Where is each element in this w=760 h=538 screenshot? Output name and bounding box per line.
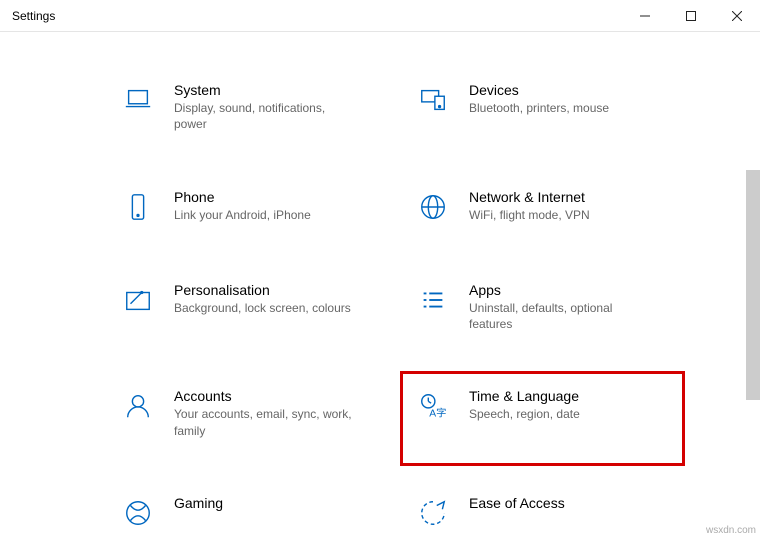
xbox-icon: [120, 495, 156, 531]
tile-text: Personalisation Background, lock screen,…: [174, 282, 351, 316]
watermark: wsxdn.com: [706, 525, 756, 536]
tile-gaming[interactable]: Gaming: [120, 495, 375, 538]
tile-text: Phone Link your Android, iPhone: [174, 189, 311, 223]
tile-system[interactable]: System Display, sound, notifications, po…: [120, 82, 375, 139]
tile-desc: WiFi, flight mode, VPN: [469, 207, 590, 223]
tile-desc: Speech, region, date: [469, 406, 580, 422]
tile-apps[interactable]: Apps Uninstall, defaults, optional featu…: [415, 282, 670, 339]
apps-icon: [415, 282, 451, 318]
laptop-icon: [120, 82, 156, 118]
tile-network[interactable]: Network & Internet WiFi, flight mode, VP…: [415, 189, 670, 232]
paint-icon: [120, 282, 156, 318]
svg-text:A字: A字: [429, 407, 446, 420]
tile-label: Phone: [174, 189, 311, 205]
devices-icon: [415, 82, 451, 118]
tile-text: System Display, sound, notifications, po…: [174, 82, 354, 132]
tile-text: Time & Language Speech, region, date: [469, 388, 580, 422]
tile-text: Apps Uninstall, defaults, optional featu…: [469, 282, 649, 332]
tile-desc: Bluetooth, printers, mouse: [469, 100, 609, 116]
tile-desc: Display, sound, notifications, power: [174, 100, 354, 132]
tile-label: Devices: [469, 82, 609, 98]
tile-text: Gaming: [174, 495, 223, 513]
tile-text: Ease of Access: [469, 495, 565, 513]
tile-devices[interactable]: Devices Bluetooth, printers, mouse: [415, 82, 670, 139]
tile-desc: Uninstall, defaults, optional features: [469, 300, 649, 332]
tile-ease-of-access[interactable]: Ease of Access: [415, 495, 670, 538]
minimize-button[interactable]: [622, 0, 668, 32]
tile-desc: Your accounts, email, sync, work, family: [174, 406, 354, 438]
person-icon: [120, 388, 156, 424]
phone-icon: [120, 189, 156, 225]
tile-personalisation[interactable]: Personalisation Background, lock screen,…: [120, 282, 375, 339]
scrollbar-thumb[interactable]: [746, 170, 760, 400]
tile-label: Network & Internet: [469, 189, 590, 205]
tile-label: Gaming: [174, 495, 223, 511]
tile-desc: Background, lock screen, colours: [174, 300, 351, 316]
tile-label: Time & Language: [469, 388, 580, 404]
tile-label: Apps: [469, 282, 649, 298]
window-controls: [622, 0, 760, 32]
tile-desc: Link your Android, iPhone: [174, 207, 311, 223]
tile-time-language[interactable]: A字 Time & Language Speech, region, date: [400, 371, 685, 466]
tile-phone[interactable]: Phone Link your Android, iPhone: [120, 189, 375, 232]
maximize-button[interactable]: [668, 0, 714, 32]
settings-grid: System Display, sound, notifications, po…: [0, 32, 760, 538]
close-button[interactable]: [714, 0, 760, 32]
tile-text: Network & Internet WiFi, flight mode, VP…: [469, 189, 590, 223]
tile-label: Accounts: [174, 388, 354, 404]
tile-text: Devices Bluetooth, printers, mouse: [469, 82, 609, 116]
tile-label: Ease of Access: [469, 495, 565, 511]
tile-label: Personalisation: [174, 282, 351, 298]
ease-of-access-icon: [415, 495, 451, 531]
tile-accounts[interactable]: Accounts Your accounts, email, sync, wor…: [120, 388, 375, 445]
tile-label: System: [174, 82, 354, 98]
time-language-icon: A字: [415, 388, 451, 424]
titlebar: Settings: [0, 0, 760, 32]
tile-text: Accounts Your accounts, email, sync, wor…: [174, 388, 354, 438]
globe-icon: [415, 189, 451, 225]
window-title: Settings: [12, 9, 55, 23]
